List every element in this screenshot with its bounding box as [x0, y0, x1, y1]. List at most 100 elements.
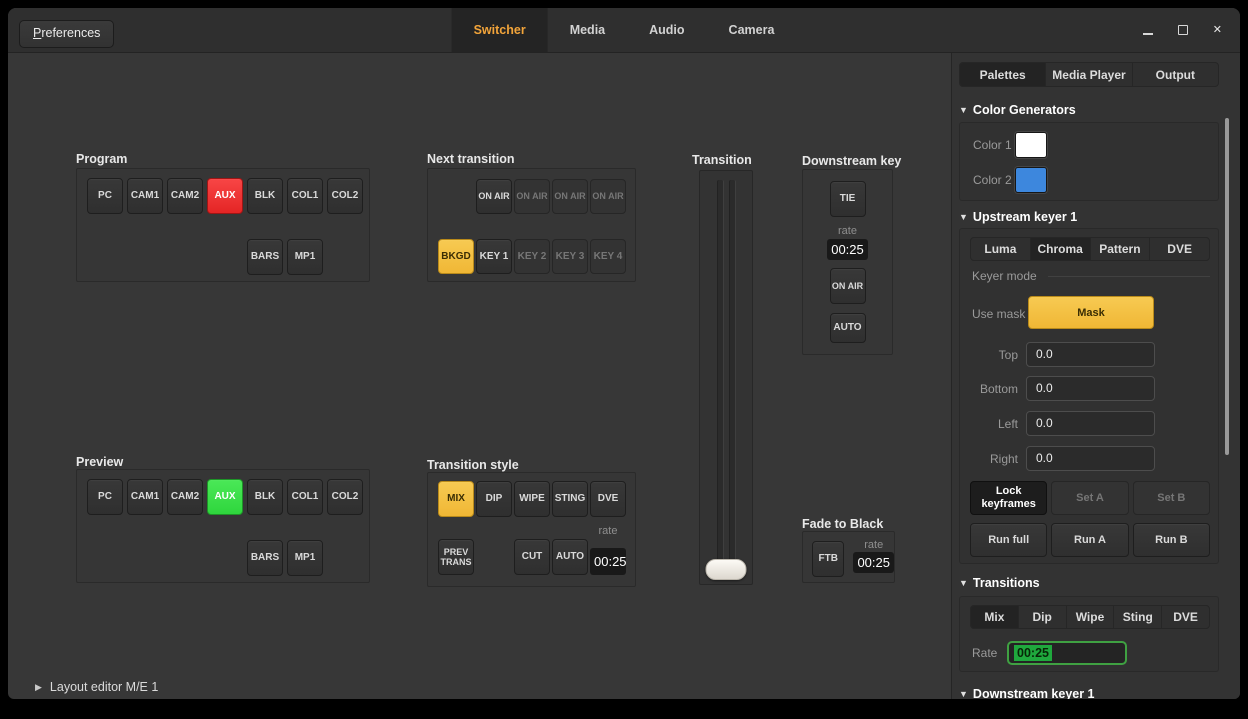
program-source-col1[interactable]: COL1 — [287, 178, 323, 214]
set-b-button[interactable]: Set B — [1133, 481, 1210, 515]
dsk-on-air-button[interactable]: ON AIR — [830, 268, 866, 304]
key4-button[interactable]: KEY 4 — [590, 239, 626, 274]
transitions-title: Transitions — [973, 576, 1040, 590]
transitions-tab-bar: Mix Dip Wipe Sting DVE — [970, 605, 1210, 629]
transition-rate: rate 00:25 — [590, 539, 626, 575]
preview-bus: PC CAM1 CAM2 AUX BLK COL1 COL2 BARS MP1 — [76, 469, 370, 583]
panel-tab-palettes[interactable]: Palettes — [960, 63, 1046, 86]
ftb-button[interactable]: FTB — [812, 541, 844, 577]
transition-rate-value[interactable]: 00:25 — [590, 548, 626, 575]
expand-icon: ▼ — [959, 689, 968, 699]
downstream-keyer-header[interactable]: ▼ Downstream keyer 1 — [959, 687, 1095, 699]
lock-keyframes-button[interactable]: Lock keyframes — [970, 481, 1047, 515]
style-dve-button[interactable]: DVE — [590, 481, 626, 517]
next-transition-box: ON AIR ON AIR ON AIR ON AIR BKGD KEY 1 K… — [427, 168, 636, 282]
keyer-tab-dve[interactable]: DVE — [1150, 238, 1209, 260]
upstream-keyer-header[interactable]: ▼ Upstream keyer 1 — [959, 210, 1077, 224]
auto-button[interactable]: AUTO — [552, 539, 588, 575]
program-source-col2[interactable]: COL2 — [327, 178, 363, 214]
program-source-blk[interactable]: BLK — [247, 178, 283, 214]
dsk-rate-label: rate — [838, 225, 857, 237]
key3-on-air-button[interactable]: ON AIR — [552, 179, 588, 214]
top-field[interactable]: 0.0 — [1026, 342, 1155, 367]
transitions-tab-wipe[interactable]: Wipe — [1067, 606, 1115, 628]
style-dip-button[interactable]: DIP — [476, 481, 512, 517]
preview-source-mp1[interactable]: MP1 — [287, 540, 323, 576]
window-controls: ✕ — [1143, 8, 1222, 52]
transitions-tab-dip[interactable]: Dip — [1019, 606, 1067, 628]
dsk-auto-button[interactable]: AUTO — [830, 313, 866, 343]
left-field[interactable]: 0.0 — [1026, 411, 1155, 436]
program-source-aux[interactable]: AUX — [207, 178, 243, 214]
program-source-cam1[interactable]: CAM1 — [127, 178, 163, 214]
key1-button[interactable]: KEY 1 — [476, 239, 512, 274]
transitions-tab-dve[interactable]: DVE — [1162, 606, 1209, 628]
bkgd-button[interactable]: BKGD — [438, 239, 474, 274]
key2-on-air-button[interactable]: ON AIR — [514, 179, 550, 214]
keyer-tab-luma[interactable]: Luma — [971, 238, 1031, 260]
mask-toggle-button[interactable]: Mask — [1028, 296, 1154, 329]
panel-tab-output[interactable]: Output — [1133, 63, 1218, 86]
set-a-button[interactable]: Set A — [1051, 481, 1128, 515]
key2-button[interactable]: KEY 2 — [514, 239, 550, 274]
keyer-tab-pattern[interactable]: Pattern — [1091, 238, 1151, 260]
style-mix-button[interactable]: MIX — [438, 481, 474, 517]
transitions-header[interactable]: ▼ Transitions — [959, 576, 1040, 590]
color2-swatch[interactable] — [1015, 167, 1047, 193]
transition-rate-label: rate — [590, 525, 626, 537]
run-full-button[interactable]: Run full — [970, 523, 1047, 557]
key3-button[interactable]: KEY 3 — [552, 239, 588, 274]
prev-trans-button[interactable]: PREV TRANS — [438, 539, 474, 575]
dsk-tie-button[interactable]: TIE — [830, 181, 866, 217]
color-generators-box: Color 1 Color 2 — [959, 122, 1219, 201]
key1-on-air-button[interactable]: ON AIR — [476, 179, 512, 214]
maximize-icon[interactable] — [1178, 25, 1188, 35]
run-b-button[interactable]: Run B — [1133, 523, 1210, 557]
tab-media[interactable]: Media — [548, 8, 627, 52]
right-field[interactable]: 0.0 — [1026, 446, 1155, 471]
program-source-mp1[interactable]: MP1 — [287, 239, 323, 275]
ftb-rate-value[interactable]: 00:25 — [853, 552, 894, 573]
style-sting-button[interactable]: STING — [552, 481, 588, 517]
panel-tab-media-player[interactable]: Media Player — [1046, 63, 1132, 86]
transition-style-box: MIX DIP WIPE STING DVE PREV TRANS CUT AU… — [427, 472, 636, 587]
style-wipe-button[interactable]: WIPE — [514, 481, 550, 517]
run-a-button[interactable]: Run A — [1051, 523, 1128, 557]
program-source-cam2[interactable]: CAM2 — [167, 178, 203, 214]
tbar-handle[interactable] — [706, 559, 747, 580]
key4-on-air-button[interactable]: ON AIR — [590, 179, 626, 214]
program-source-bars[interactable]: BARS — [247, 239, 283, 275]
rate-input[interactable]: 00:25 — [1007, 641, 1127, 665]
tab-audio[interactable]: Audio — [627, 8, 706, 52]
preview-source-col1[interactable]: COL1 — [287, 479, 323, 515]
tbar-track[interactable] — [699, 170, 753, 585]
transitions-tab-sting[interactable]: Sting — [1114, 606, 1162, 628]
preview-source-bars[interactable]: BARS — [247, 540, 283, 576]
dsk-rate-value[interactable]: 00:25 — [827, 239, 868, 260]
color2-label: Color 2 — [973, 173, 1015, 187]
preview-source-blk[interactable]: BLK — [247, 479, 283, 515]
keyer-tab-chroma[interactable]: Chroma — [1031, 238, 1091, 260]
panel-scrollbar[interactable] — [1225, 118, 1229, 455]
transitions-tab-mix[interactable]: Mix — [971, 606, 1019, 628]
close-icon[interactable]: ✕ — [1213, 25, 1222, 36]
app-window: Preferences Switcher Media Audio Camera … — [8, 8, 1240, 699]
preview-source-aux[interactable]: AUX — [207, 479, 243, 515]
program-source-pc[interactable]: PC — [87, 178, 123, 214]
bottom-field[interactable]: 0.0 — [1026, 376, 1155, 401]
tab-camera[interactable]: Camera — [707, 8, 797, 52]
color1-swatch[interactable] — [1015, 132, 1047, 158]
fade-to-black-box: FTB rate 00:25 — [802, 531, 895, 583]
preferences-button[interactable]: Preferences — [19, 20, 114, 48]
preview-source-cam1[interactable]: CAM1 — [127, 479, 163, 515]
layout-editor-expander[interactable]: ▶ Layout editor M/E 1 — [35, 680, 158, 694]
transition-section-title: Transition — [692, 153, 752, 167]
minimize-icon[interactable] — [1143, 33, 1153, 35]
color-generators-header[interactable]: ▼ Color Generators — [959, 103, 1076, 117]
keyframe-row-2: Run full Run A Run B — [970, 523, 1210, 557]
preview-source-cam2[interactable]: CAM2 — [167, 479, 203, 515]
cut-button[interactable]: CUT — [514, 539, 550, 575]
tab-switcher[interactable]: Switcher — [452, 8, 548, 52]
preview-source-col2[interactable]: COL2 — [327, 479, 363, 515]
preview-source-pc[interactable]: PC — [87, 479, 123, 515]
